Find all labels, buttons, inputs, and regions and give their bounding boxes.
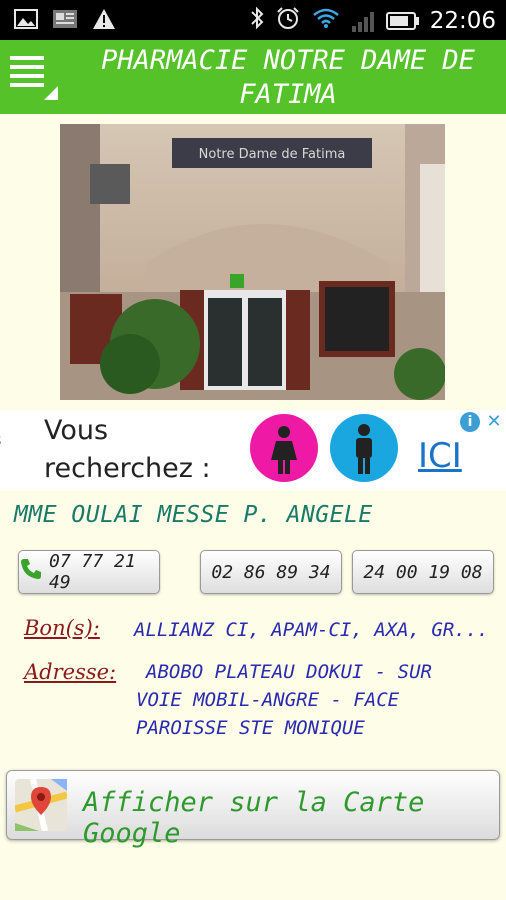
signal-icon [351,10,374,32]
male-icon [330,414,398,482]
pharmacy-photo: Notre Dame de Fatima [60,124,445,400]
overflow-indicator-icon [44,86,58,100]
phone-button-2[interactable]: 02 86 89 34 [200,550,342,594]
ad-close-icon[interactable]: ✕ [484,412,504,432]
ad-text: Vous recherchez : [44,415,211,484]
battery-icon [385,11,419,30]
alarm-icon [276,6,300,35]
phone-number: 02 86 89 34 [211,561,331,583]
phone-number: 07 77 21 49 [49,551,136,593]
pharmacist-name: MME OULAI MESSE P. ANGELE [14,502,373,528]
app-bar: PHARMACIE NOTRE DAME DE FATIMA [0,40,506,114]
google-maps-icon [14,778,68,832]
female-icon [250,414,318,482]
status-time: 22:06 [429,7,496,34]
address-line-3: PAROISSE STE MONIQUE [136,717,365,739]
phone-icon [19,557,43,587]
address-line-1: ABOBO PLATEAU DOKUI - SUR [146,661,432,683]
menu-icon [10,56,44,60]
address-label: Adresse: [24,660,117,684]
image-icon [14,9,38,34]
ad-side-label: ootfo [0,422,3,451]
bluetooth-icon [250,6,264,35]
ad-link[interactable]: ICI [418,436,462,476]
menu-button[interactable] [6,50,60,104]
insurance-label: Bon(s): [24,616,100,640]
warning-icon [92,8,116,35]
phone-button-3[interactable]: 24 00 19 08 [352,550,494,594]
phone-number: 24 00 19 08 [363,561,483,583]
news-icon [52,8,78,35]
insurance-value: ALLIANZ CI, APAM-CI, AXA, GR... [134,619,489,641]
pharmacy-sign: Notre Dame de Fatima [199,147,346,162]
status-bar: 22:06 [0,0,506,40]
address-line-2: VOIE MOBIL-ANGRE - FACE [136,689,400,711]
show-on-map-button[interactable]: Afficher sur la Carte Google [6,770,500,849]
ad-info-icon[interactable]: i [460,412,480,432]
phone-button-1[interactable]: 07 77 21 49 [18,550,160,594]
show-on-map-label: Afficher sur la Carte Google [83,787,425,849]
wifi-icon [312,7,340,34]
ad-banner[interactable]: Vous recherchez : ICI i ✕ [0,410,506,490]
page-title: PHARMACIE NOTRE DAME DE FATIMA [101,45,475,110]
